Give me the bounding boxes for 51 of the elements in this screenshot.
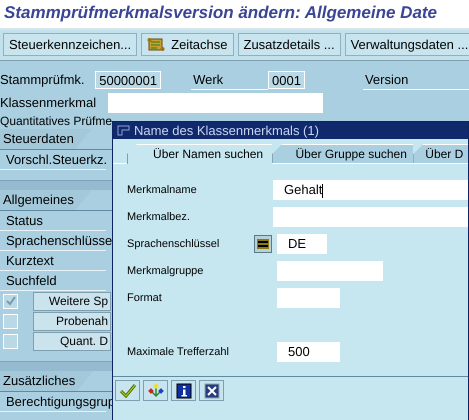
field-label: Vorschl.Steuerkz. [6,152,108,167]
checkmark-icon [120,384,136,398]
field-label: Version [362,70,469,90]
checkbox[interactable] [3,294,18,308]
field-label: Format [127,292,163,304]
field-label: Sprachenschlüssel [127,238,220,250]
dialog-window-icon [117,125,130,136]
input-field[interactable] [277,261,383,281]
toolbar-button[interactable]: Verwaltungsdaten ... [344,33,469,56]
cancel-button[interactable] [199,380,224,401]
field-label: Status [6,213,43,228]
field-label: Kurztext [6,253,54,268]
value-field[interactable]: 50000001 [95,70,162,88]
input-field[interactable]: DE [277,234,327,254]
push-button[interactable]: Quant. D [33,332,111,350]
input-field[interactable] [108,92,323,112]
field-label: Stammprüfmk. [0,72,86,87]
field-label: Sprachenschlüsse [6,233,112,248]
input-field[interactable]: Gehalt [273,180,468,200]
tab[interactable]: Über D [413,144,468,163]
push-button[interactable]: Weitere Sp [33,292,111,310]
field-label: Merkmalgruppe [127,265,204,277]
tab[interactable]: Über Gruppe suchen [272,144,414,163]
summary-text: Quantitatives Prüfme [0,115,112,128]
hierarchy-icon [148,382,164,398]
input-field[interactable]: 500 [277,342,340,362]
toolbar-button[interactable]: Steuerkennzeichen... [3,33,138,56]
lookup-button[interactable] [254,235,272,253]
window-title: Stammprüfmerkmalsversion ändern: Allgemeine Date [0,0,469,30]
checkbox[interactable] [3,334,18,348]
field-label: Merkmalname [127,184,198,196]
input-field[interactable] [273,207,468,227]
field-label: Klassenmerkmal [0,95,98,110]
hierarchy-button[interactable] [143,380,168,401]
field-label: Merkmalbez. [127,211,191,223]
scroll-icon [147,37,166,52]
toolbar-button[interactable]: Zusatzdetails ... [238,33,341,56]
info-icon [176,382,192,398]
tab[interactable]: Über Namen suchen [127,144,272,164]
field-label: Maximale Trefferzahl [127,346,230,358]
checkbox[interactable] [3,314,18,328]
confirm-button[interactable] [115,380,140,401]
toolbar-button[interactable]: Zeitachse [141,33,234,56]
cancel-icon [204,382,220,398]
dialog-title: Name des Klassenmerkmals (1) [134,123,319,138]
push-button[interactable]: Probenah [33,312,111,330]
field-label: Berechtigungsgrup [6,394,116,409]
input-field[interactable] [277,288,340,308]
field-label: Suchfeld [6,273,57,288]
value-field[interactable]: 0001 [268,70,305,88]
info-button[interactable] [171,380,196,401]
